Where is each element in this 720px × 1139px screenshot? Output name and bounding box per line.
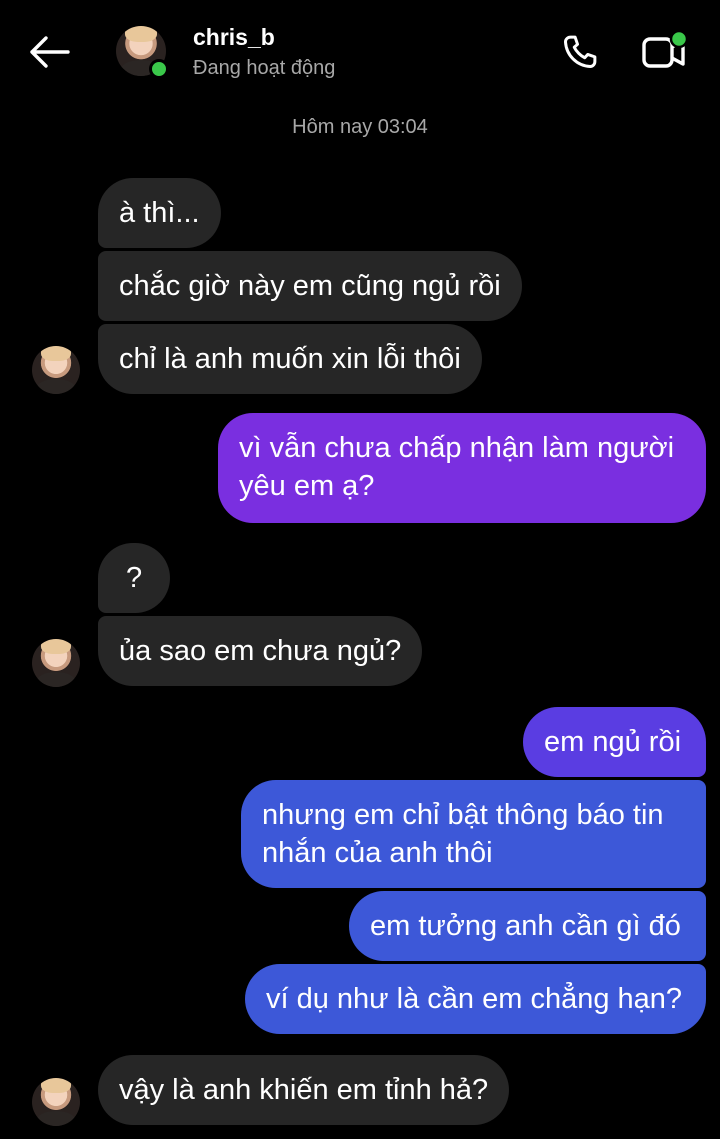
message-text: ?	[126, 562, 143, 594]
message-text-line: nhưng em chỉ bật thông báo tin	[262, 799, 664, 831]
message-bubble-outgoing[interactable]: em ngủ rồi	[523, 707, 706, 777]
message-bubble-outgoing[interactable]: ví dụ như là cần em chẳng hạn?	[245, 964, 706, 1034]
sender-avatar[interactable]	[32, 346, 80, 394]
message-text-line: yêu em ạ?	[239, 470, 375, 502]
message-text: em tưởng anh cần gì đó	[370, 910, 681, 942]
message-text: vậy là anh khiến em tỉnh hả?	[119, 1074, 489, 1106]
message-text-line: vì vẫn chưa chấp nhận làm người	[239, 432, 675, 464]
sender-avatar[interactable]	[32, 1078, 80, 1126]
message-text: chỉ là anh muốn xin lỗi thôi	[119, 343, 461, 375]
video-call-button[interactable]	[638, 26, 690, 78]
arrow-left-icon	[30, 36, 70, 68]
message-text-line: nhắn của anh thôi	[262, 837, 493, 869]
message-bubble-outgoing[interactable]: em tưởng anh cần gì đó	[349, 891, 706, 961]
message-bubble-incoming[interactable]: chắc giờ này em cũng ngủ rồi	[98, 251, 522, 321]
message-text: ví dụ như là cần em chẳng hạn?	[266, 983, 683, 1015]
sender-avatar[interactable]	[32, 639, 80, 687]
call-button[interactable]	[556, 28, 604, 76]
message-text: chắc giờ này em cũng ngủ rồi	[119, 270, 501, 302]
message-bubble-incoming[interactable]: ?	[98, 543, 170, 613]
message-text: à thì...	[119, 197, 200, 229]
message-bubble-outgoing[interactable]: nhưng em chỉ bật thông báo tin nhắn của …	[241, 780, 706, 888]
video-camera-icon	[642, 29, 689, 68]
message-text: ủa sao em chưa ngủ?	[119, 635, 402, 667]
message-bubble-incoming[interactable]: vậy là anh khiến em tỉnh hả?	[98, 1055, 510, 1125]
message-bubble-outgoing[interactable]: vì vẫn chưa chấp nhận làm người yêu em ạ…	[218, 413, 706, 523]
message-bubble-incoming[interactable]: ủa sao em chưa ngủ?	[98, 616, 423, 686]
message-text: em ngủ rồi	[544, 726, 682, 758]
phone-icon	[563, 35, 597, 69]
contact-name[interactable]: chris_b	[193, 24, 275, 51]
message-bubble-incoming[interactable]: à thì...	[98, 178, 221, 248]
back-button[interactable]	[26, 32, 72, 72]
online-indicator	[149, 59, 169, 79]
conversation-timestamp: Hôm nay 03:04	[292, 116, 428, 138]
message-bubble-incoming[interactable]: chỉ là anh muốn xin lỗi thôi	[98, 324, 482, 394]
contact-status: Đang hoạt động	[193, 57, 336, 79]
